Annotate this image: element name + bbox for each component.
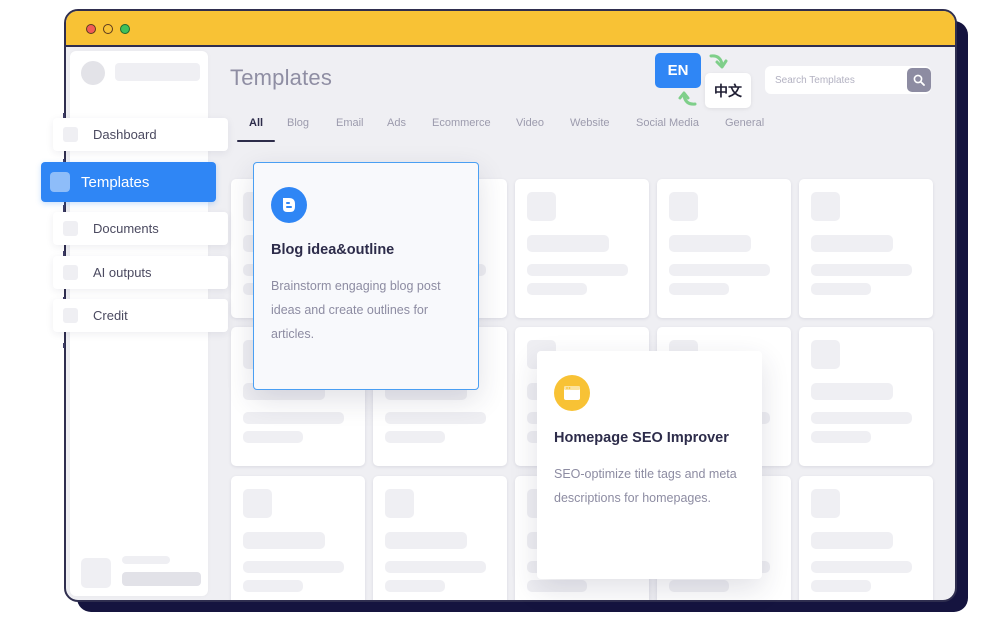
templates-icon <box>50 172 70 192</box>
card-title: Homepage SEO Improver <box>554 430 729 446</box>
language-en-button[interactable]: EN <box>655 53 701 88</box>
skeleton-placeholder <box>811 489 840 518</box>
dashboard-icon <box>63 127 78 142</box>
nav-item-label: Documents <box>93 221 159 236</box>
skeleton-placeholder <box>243 431 303 443</box>
footer-button-placeholder[interactable] <box>122 572 201 586</box>
search-icon <box>913 74 925 86</box>
skeleton-placeholder <box>385 580 445 592</box>
template-card-blog-idea-outline[interactable]: Blog idea&outline Brainstorm engaging bl… <box>253 162 479 390</box>
card-title: Blog idea&outline <box>271 242 395 258</box>
tab-general[interactable]: General <box>725 117 764 129</box>
tab-ads[interactable]: Ads <box>387 117 406 129</box>
avatar[interactable] <box>81 61 105 85</box>
skeleton-placeholder <box>811 192 840 221</box>
close-window-button[interactable] <box>86 24 96 34</box>
skeleton-placeholder <box>385 532 467 549</box>
maximize-window-button[interactable] <box>120 24 130 34</box>
nav-item-label: Templates <box>81 173 150 191</box>
skeleton-placeholder <box>243 532 325 549</box>
template-card-placeholder[interactable] <box>231 476 365 600</box>
nav-item-documents[interactable]: Documents <box>53 212 228 245</box>
skeleton-placeholder <box>385 412 486 424</box>
skeleton-placeholder <box>385 561 486 573</box>
skeleton-placeholder <box>669 580 729 592</box>
nav-item-label: AI outputs <box>93 265 152 280</box>
ai-outputs-icon <box>63 265 78 280</box>
skeleton-placeholder <box>669 264 770 276</box>
blogger-icon <box>271 187 307 223</box>
nav-item-ai-outputs[interactable]: AI outputs <box>53 256 228 289</box>
skeleton-placeholder <box>811 561 912 573</box>
tab-social-media[interactable]: Social Media <box>636 117 699 129</box>
swap-arrow-icon <box>678 91 697 106</box>
skeleton-placeholder <box>243 489 272 518</box>
skeleton-placeholder <box>243 412 344 424</box>
tab-blog[interactable]: Blog <box>287 117 309 129</box>
template-card-placeholder[interactable] <box>657 179 791 318</box>
skeleton-placeholder <box>527 235 609 252</box>
browser-window-icon <box>554 375 590 411</box>
template-card-homepage-seo-improver[interactable]: Homepage SEO Improver SEO-optimize title… <box>537 351 762 579</box>
skeleton-placeholder <box>811 340 840 369</box>
card-description: Brainstorm engaging blog post ideas and … <box>271 279 441 341</box>
footer-line-placeholder <box>122 556 170 564</box>
template-card-placeholder[interactable] <box>799 327 933 466</box>
tab-website[interactable]: Website <box>570 117 610 129</box>
footer-avatar-placeholder <box>81 558 111 588</box>
active-tab-indicator <box>237 140 275 142</box>
skeleton-placeholder <box>811 431 871 443</box>
template-card-placeholder[interactable] <box>373 476 507 600</box>
skeleton-placeholder <box>811 264 912 276</box>
skeleton-placeholder <box>385 431 445 443</box>
nav-item-label: Dashboard <box>93 127 157 142</box>
skeleton-placeholder <box>243 561 344 573</box>
title-bar <box>66 11 955 47</box>
nav-item-label: Credit <box>93 308 128 323</box>
skeleton-placeholder <box>669 283 729 295</box>
skeleton-placeholder <box>669 235 751 252</box>
username-placeholder <box>115 63 200 81</box>
tab-all[interactable]: All <box>249 117 263 129</box>
skeleton-placeholder <box>385 489 414 518</box>
template-card-placeholder[interactable] <box>799 476 933 600</box>
template-card-placeholder[interactable] <box>515 179 649 318</box>
skeleton-placeholder <box>669 192 698 221</box>
skeleton-placeholder <box>811 532 893 549</box>
nav-item-credit[interactable]: Credit <box>53 299 228 332</box>
tab-email[interactable]: Email <box>336 117 364 129</box>
search-button[interactable] <box>907 68 931 92</box>
skeleton-placeholder <box>811 383 893 400</box>
skeleton-placeholder <box>811 412 912 424</box>
search-box <box>765 66 931 94</box>
documents-icon <box>63 221 78 236</box>
minimize-window-button[interactable] <box>103 24 113 34</box>
swap-arrow-icon <box>709 54 728 69</box>
nav-item-templates[interactable]: Templates <box>41 162 216 202</box>
tab-ecommerce[interactable]: Ecommerce <box>432 117 491 129</box>
page-title: Templates <box>230 65 333 90</box>
skeleton-placeholder <box>811 580 871 592</box>
tab-video[interactable]: Video <box>516 117 544 129</box>
skeleton-placeholder <box>811 235 893 252</box>
language-zh-button[interactable]: 中文 <box>705 73 751 108</box>
skeleton-placeholder <box>527 580 587 592</box>
card-description: SEO-optimize title tags and meta descrip… <box>554 467 737 505</box>
skeleton-placeholder <box>527 264 628 276</box>
credit-icon <box>63 308 78 323</box>
skeleton-placeholder <box>243 580 303 592</box>
template-card-placeholder[interactable] <box>799 179 933 318</box>
skeleton-placeholder <box>811 283 871 295</box>
skeleton-placeholder <box>527 283 587 295</box>
skeleton-placeholder <box>527 192 556 221</box>
search-input[interactable] <box>775 72 895 88</box>
nav-item-dashboard[interactable]: Dashboard <box>53 118 228 151</box>
